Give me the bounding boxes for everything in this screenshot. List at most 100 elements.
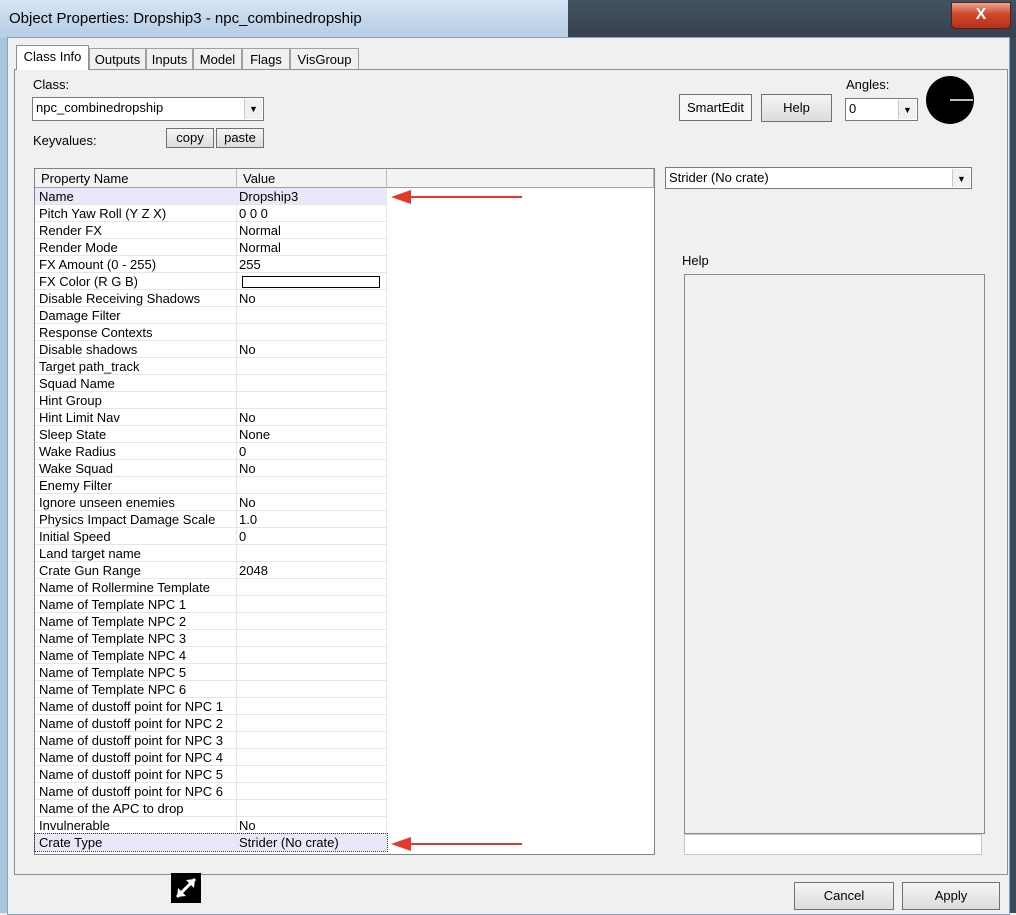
copy-button[interactable]: copy xyxy=(166,128,214,148)
table-row[interactable]: Name of dustoff point for NPC 6 xyxy=(35,783,387,800)
table-row[interactable]: Name of the APC to drop xyxy=(35,800,387,817)
cancel-button[interactable]: Cancel xyxy=(794,882,894,910)
table-row[interactable]: Name of Template NPC 2 xyxy=(35,613,387,630)
smartedit-toggle[interactable]: SmartEdit xyxy=(679,94,752,121)
column-divider xyxy=(386,341,387,358)
table-row[interactable]: Name of dustoff point for NPC 5 xyxy=(35,766,387,783)
column-divider xyxy=(386,324,387,341)
table-row[interactable]: Wake Squad No xyxy=(35,460,387,477)
tab-model[interactable]: Model xyxy=(193,48,242,69)
column-divider xyxy=(386,749,387,766)
chevron-down-icon[interactable]: ▼ xyxy=(898,100,916,119)
table-row[interactable]: FX Amount (0 - 255) 255 xyxy=(35,256,387,273)
column-divider xyxy=(386,596,387,613)
tab-inputs[interactable]: Inputs xyxy=(146,48,193,69)
table-row[interactable]: Damage Filter xyxy=(35,307,387,324)
column-divider xyxy=(236,239,237,256)
table-row[interactable]: Invulnerable No xyxy=(35,817,387,834)
table-row[interactable]: Pitch Yaw Roll (Y Z X) 0 0 0 xyxy=(35,205,387,222)
angle-dial-icon[interactable] xyxy=(924,74,976,126)
column-divider xyxy=(236,273,237,290)
value-editor-value: Strider (No crate) xyxy=(669,170,769,185)
column-divider xyxy=(236,783,237,800)
table-row[interactable]: Sleep State None xyxy=(35,426,387,443)
table-row[interactable]: Wake Radius 0 xyxy=(35,443,387,460)
tab-class-info[interactable]: Class Info xyxy=(16,45,89,70)
table-row[interactable]: Disable Receiving Shadows No xyxy=(35,290,387,307)
column-divider xyxy=(236,715,237,732)
table-row[interactable]: Render Mode Normal xyxy=(35,239,387,256)
table-row[interactable]: Crate Type Strider (No crate) xyxy=(34,833,388,852)
column-divider xyxy=(386,766,387,783)
paste-button[interactable]: paste xyxy=(216,128,264,148)
property-value-cell: Strider (No crate) xyxy=(239,835,339,850)
property-value-cell: Normal xyxy=(239,223,281,238)
angles-dropdown[interactable]: 0 ▼ xyxy=(845,98,918,121)
table-row[interactable]: Target path_track xyxy=(35,358,387,375)
table-row[interactable]: Name of dustoff point for NPC 2 xyxy=(35,715,387,732)
table-row[interactable]: Enemy Filter xyxy=(35,477,387,494)
property-grid[interactable]: Property Name Value Name Dropship3 Pitch Y… xyxy=(34,168,655,855)
chevron-down-icon[interactable]: ▼ xyxy=(244,99,262,119)
table-row[interactable]: Name of dustoff point for NPC 4 xyxy=(35,749,387,766)
column-divider xyxy=(236,256,237,273)
column-divider xyxy=(236,426,237,443)
table-row[interactable]: Disable shadows No xyxy=(35,341,387,358)
background-window-area xyxy=(568,0,1016,38)
column-divider xyxy=(236,477,237,494)
column-divider xyxy=(386,273,387,290)
window-title: Object Properties: Dropship3 - npc_combi… xyxy=(9,10,362,27)
close-button[interactable]: X xyxy=(951,2,1011,29)
column-divider xyxy=(236,290,237,307)
table-row[interactable]: Squad Name xyxy=(35,375,387,392)
property-name-cell: Squad Name xyxy=(39,376,115,391)
column-header-value[interactable]: Value xyxy=(237,169,387,188)
table-row[interactable]: Name of dustoff point for NPC 1 xyxy=(35,698,387,715)
table-row[interactable]: Name of Template NPC 3 xyxy=(35,630,387,647)
column-header-property-name[interactable]: Property Name xyxy=(35,169,237,188)
column-divider xyxy=(236,341,237,358)
column-divider xyxy=(236,409,237,426)
property-name-cell: Name of Rollermine Template xyxy=(39,580,210,595)
table-row[interactable]: Hint Group xyxy=(35,392,387,409)
column-divider xyxy=(386,307,387,324)
column-divider xyxy=(386,375,387,392)
table-row[interactable]: Name of Template NPC 4 xyxy=(35,647,387,664)
table-row[interactable]: FX Color (R G B) xyxy=(35,273,387,290)
property-name-cell: Name of dustoff point for NPC 3 xyxy=(39,733,224,748)
resize-arrow-icon[interactable] xyxy=(171,873,201,903)
tab-outputs[interactable]: Outputs xyxy=(89,48,146,69)
column-divider xyxy=(386,392,387,409)
table-row[interactable]: Name of dustoff point for NPC 3 xyxy=(35,732,387,749)
table-row[interactable]: Initial Speed 0 xyxy=(35,528,387,545)
column-divider xyxy=(236,443,237,460)
property-name-cell: Hint Limit Nav xyxy=(39,410,120,425)
table-row[interactable]: Land target name xyxy=(35,545,387,562)
tab-flags[interactable]: Flags xyxy=(242,48,290,69)
table-row[interactable]: Name Dropship3 xyxy=(35,188,387,205)
table-row[interactable]: Name of Template NPC 1 xyxy=(35,596,387,613)
value-editor-dropdown[interactable]: Strider (No crate) ▼ xyxy=(665,167,972,189)
table-row[interactable]: Response Contexts xyxy=(35,324,387,341)
tab-visgroup[interactable]: VisGroup xyxy=(290,48,359,69)
table-row[interactable]: Hint Limit Nav No xyxy=(35,409,387,426)
column-divider xyxy=(236,375,237,392)
property-name-cell: Name of Template NPC 2 xyxy=(39,614,187,629)
chevron-down-icon[interactable]: ▼ xyxy=(952,169,970,187)
table-row[interactable]: Name of Template NPC 6 xyxy=(35,681,387,698)
class-dropdown[interactable]: npc_combinedropship ▼ xyxy=(32,97,264,121)
help-button[interactable]: Help xyxy=(761,94,832,122)
table-row[interactable]: Render FX Normal xyxy=(35,222,387,239)
color-swatch[interactable] xyxy=(242,276,380,288)
column-divider xyxy=(236,545,237,562)
apply-button[interactable]: Apply xyxy=(902,882,1000,910)
table-row[interactable]: Ignore unseen enemies No xyxy=(35,494,387,511)
table-row[interactable]: Physics Impact Damage Scale 1.0 xyxy=(35,511,387,528)
column-divider xyxy=(386,205,387,222)
column-divider xyxy=(386,562,387,579)
table-row[interactable]: Name of Rollermine Template xyxy=(35,579,387,596)
table-row[interactable]: Name of Template NPC 5 xyxy=(35,664,387,681)
column-divider xyxy=(236,188,237,205)
table-row[interactable]: Crate Gun Range 2048 xyxy=(35,562,387,579)
column-divider xyxy=(236,358,237,375)
